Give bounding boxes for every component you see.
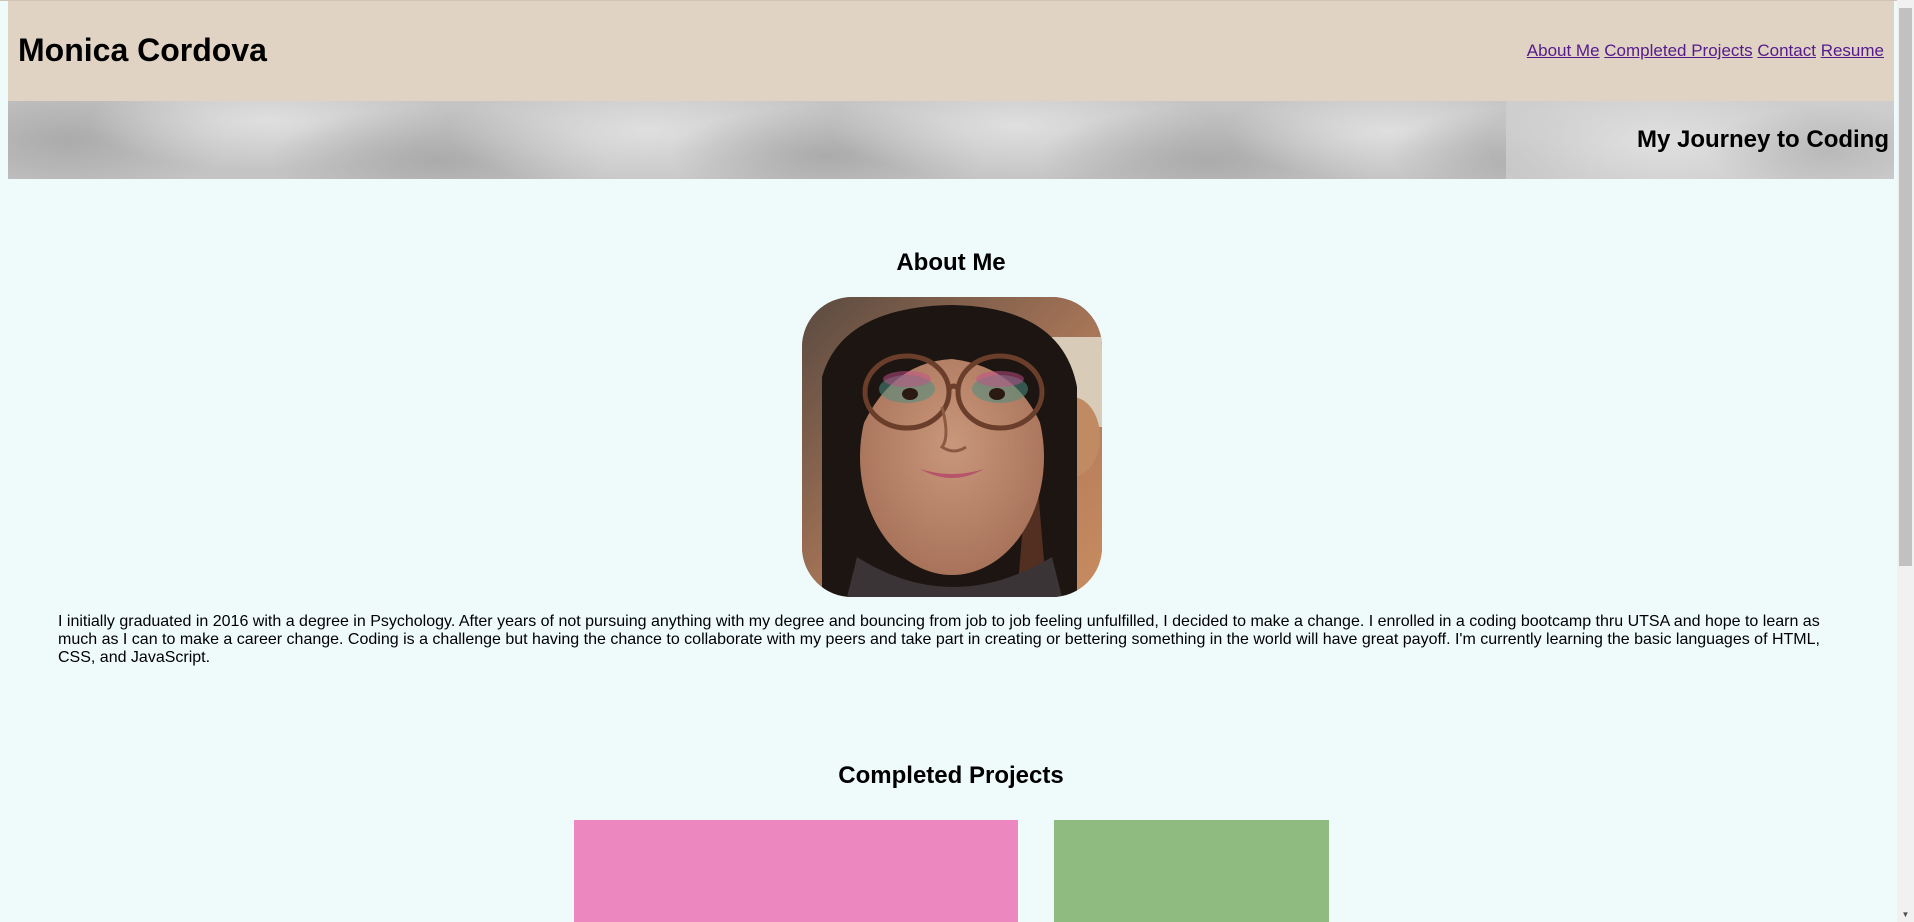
site-title: Monica Cordova <box>18 32 267 68</box>
site-header: Monica Cordova About Me Completed Projec… <box>8 1 1894 101</box>
main-nav: About Me Completed Projects Contact Resu… <box>1527 41 1884 61</box>
hero-banner: My Journey to Coding <box>8 101 1894 179</box>
project-card-2[interactable] <box>1054 820 1329 922</box>
nav-link-resume[interactable]: Resume <box>1821 41 1884 60</box>
vertical-scrollbar[interactable]: ▼ <box>1897 0 1914 922</box>
projects-heading: Completed Projects <box>838 762 1064 789</box>
scrollbar-thumb[interactable] <box>1899 8 1912 566</box>
page: Monica Cordova About Me Completed Projec… <box>0 0 1914 922</box>
nav-link-about-me[interactable]: About Me <box>1527 41 1600 60</box>
nav-link-completed-projects[interactable]: Completed Projects <box>1604 41 1752 60</box>
scroll-down-arrow-icon[interactable]: ▼ <box>1900 910 1911 920</box>
profile-photo-illustration <box>802 297 1102 597</box>
about-bio: I initially graduated in 2016 with a deg… <box>58 613 1820 666</box>
project-card-1[interactable] <box>574 820 1018 922</box>
profile-photo <box>802 297 1102 597</box>
about-heading: About Me <box>896 249 1006 276</box>
hero-title: My Journey to Coding <box>1637 126 1889 153</box>
nav-link-contact[interactable]: Contact <box>1757 41 1816 60</box>
watercolor-background <box>8 101 1894 179</box>
